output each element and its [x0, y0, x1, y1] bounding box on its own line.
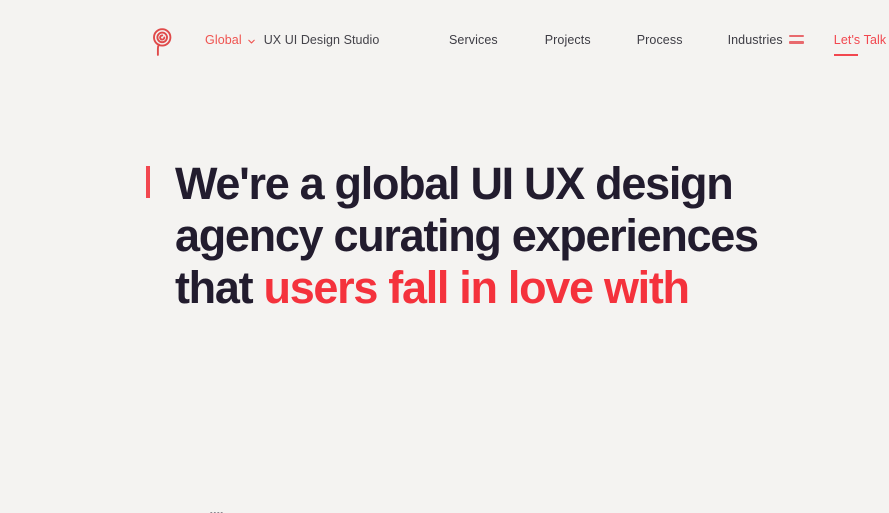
nav-item-industries[interactable]: Industries	[728, 33, 783, 49]
headline-line-2: agency curating experiences	[175, 210, 759, 261]
headline-wrapper: We're a global UI UX design agency curat…	[0, 158, 889, 314]
hamburger-bar-top	[789, 35, 804, 38]
headline-line-3-highlight: users fall in love with	[263, 262, 691, 313]
hamburger-menu-icon[interactable]	[789, 35, 804, 46]
hamburger-bar-bottom	[789, 41, 804, 44]
headline-line-1: We're a global UI UX design	[175, 158, 734, 209]
chevron-down-icon	[247, 37, 256, 46]
main-navigation: Services Projects Process Industries Let…	[449, 33, 887, 56]
brand-region-label: Global	[205, 33, 242, 47]
page-title: We're a global UI UX design agency curat…	[175, 158, 815, 314]
lollipop-spiral-logo[interactable]	[147, 24, 177, 58]
nav-item-lets-talk[interactable]: Let's Talk	[833, 33, 887, 56]
brand-name-label: UX UI Design Studio	[263, 33, 380, 47]
nav-item-process[interactable]: Process	[637, 33, 683, 49]
brand-region-selector[interactable]: Global UX UI Design Studio	[205, 33, 379, 47]
site-header: Global UX UI Design Studio Services Proj…	[0, 0, 889, 80]
nav-item-projects[interactable]: Projects	[545, 33, 591, 49]
page-root: Global UX UI Design Studio Services Proj…	[0, 0, 889, 513]
headline-line-3-dark: that	[175, 262, 264, 313]
headline-accent-bar	[146, 166, 150, 198]
hero-section: We're a global UI UX design agency curat…	[0, 158, 889, 513]
nav-item-services[interactable]: Services	[449, 33, 498, 49]
